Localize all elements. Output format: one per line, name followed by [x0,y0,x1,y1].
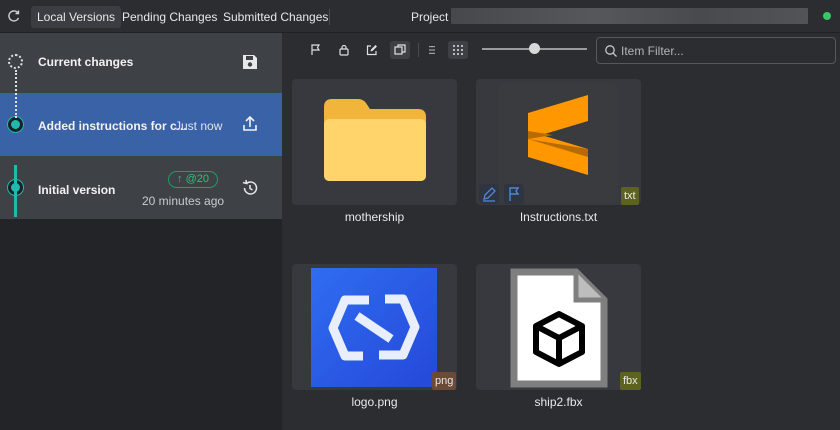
refresh-icon[interactable] [6,8,22,24]
file-name: ship2.fbx [534,395,583,409]
flag-icon[interactable] [504,184,524,204]
search-icon [605,45,617,57]
file-tile-instructions[interactable]: txt [476,79,641,205]
save-icon[interactable] [240,52,260,72]
top-bar: Local Versions Pending Changes Submitted… [0,0,840,33]
history-item-time: 20 minutes ago [142,194,225,208]
lock-filter-button[interactable] [334,41,354,59]
grid-view-button[interactable] [448,41,468,59]
history-item-initial-version[interactable]: Initial version 20 minutes ago [0,156,282,219]
history-item-added-instructions[interactable]: Added instructions for c... Just now [0,93,282,156]
upload-icon[interactable] [240,114,260,134]
item-filter-input[interactable] [621,42,821,60]
history-item-title: Initial version [38,183,116,197]
file-extension-badge: txt [621,187,639,205]
badge-label: @20 [185,173,209,185]
history-item-time: Just now [175,119,223,133]
file-tile-mothership[interactable] [292,79,457,205]
history-item-title: Added instructions for c... [38,119,187,133]
folder-icon [324,99,426,181]
zoom-slider-thumb[interactable] [529,43,540,54]
list-view-button[interactable] [422,41,442,59]
flag-filter-button[interactable] [306,41,326,59]
tab-pending-changes[interactable]: Pending Changes [116,6,223,28]
3d-model-file-icon [510,268,608,388]
submitted-revision-badge: ↑ @20 [168,171,218,188]
project-path-redacted [451,8,808,24]
file-tile-logo[interactable]: png [292,264,457,390]
file-extension-badge: png [432,372,457,390]
history-panel: Current changes Added instructions for c… [0,33,282,430]
file-browser: mothership txt Instructions.txt [282,33,840,430]
tab-local-versions[interactable]: Local Versions [31,6,122,28]
logo-image-thumbnail [311,268,437,387]
connection-status-dot [823,12,831,20]
timeline-node-pending [8,54,23,69]
file-name: mothership [344,210,405,224]
file-name: Instructions.txt [519,210,598,224]
edit-filter-button[interactable] [362,41,382,59]
item-filter-field[interactable] [596,37,836,64]
timeline-connector-pending [15,70,17,118]
toolbar-divider [418,43,419,57]
file-name: logo.png [351,395,398,409]
restore-history-icon[interactable] [240,178,260,198]
tab-submitted-changes[interactable]: Submitted Changes [217,6,334,28]
arrow-up-icon: ↑ [177,173,183,185]
copy-view-button[interactable] [390,41,410,59]
tab-divider [329,9,330,25]
file-extension-badge: fbx [620,372,641,390]
history-item-current-changes[interactable]: Current changes [0,33,282,93]
timeline-node [8,117,23,132]
edit-pencil-icon[interactable] [479,184,499,204]
file-tile-ship2[interactable]: fbx [476,264,641,390]
file-toolbar [282,33,840,67]
project-label: Project [411,10,449,24]
timeline-connector [14,165,17,217]
history-item-title: Current changes [38,55,134,69]
